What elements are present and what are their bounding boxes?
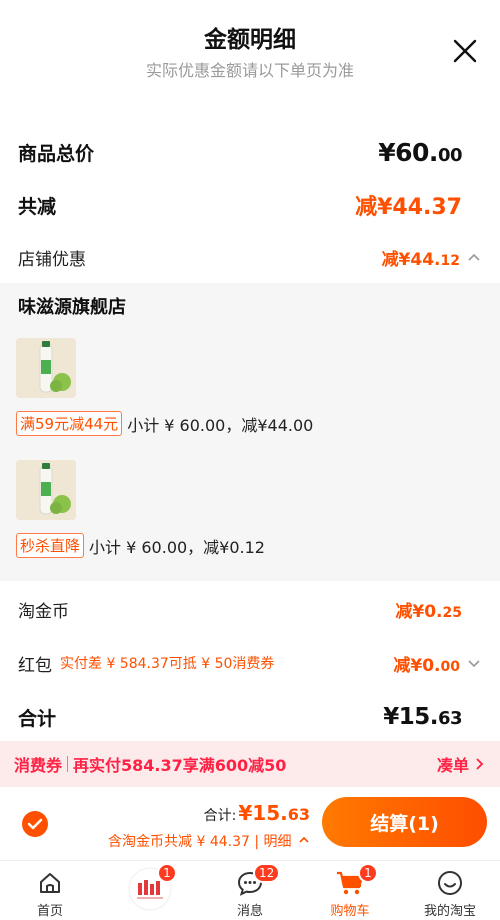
close-button[interactable] [450, 36, 480, 66]
product-image-icon [16, 338, 76, 398]
chevron-up-icon [468, 253, 480, 261]
notification-badge: 1 [157, 863, 177, 883]
goods-total-value: ¥60.00 [378, 137, 462, 167]
grand-total-row: 合计 ¥15.63 [18, 700, 463, 734]
tab-label: 我的淘宝 [423, 904, 476, 919]
store-name: 味滋源旗舰店 [18, 297, 126, 318]
product-image-icon [16, 460, 76, 520]
grand-total-value: ¥15.63 [383, 704, 462, 730]
tab-label: 消息 [236, 904, 263, 919]
tab-my-taobao[interactable]: 我的淘宝 [400, 861, 500, 920]
chevron-right-icon [476, 758, 484, 770]
total-reduce-row: 共减 减¥44.37 [18, 188, 462, 222]
discount-detail-text: 含淘金币共减 ¥ 44.37 | 明细 [108, 834, 292, 850]
coupon-text: 再实付584.37享满600减50 [73, 756, 287, 775]
checkmark-icon [27, 818, 43, 830]
sheet-title: 金额明细 [204, 27, 296, 53]
coins-row: 淘金币 减¥0.25 [18, 594, 462, 624]
tab-cart[interactable]: 购物车 1 [300, 861, 400, 920]
goods-total-label: 商品总价 [18, 142, 95, 165]
coupon-divider [67, 756, 69, 772]
store-discount-row[interactable]: 店铺优惠 减¥44.12 [18, 242, 482, 272]
coupon-bar[interactable]: 消费券 再实付584.37享满600减50 凑单 [0, 741, 500, 787]
chevron-down-icon [468, 660, 480, 668]
checkout-button[interactable]: 结算(1) [322, 797, 487, 847]
chevron-up-icon [299, 836, 309, 843]
tab-promo[interactable]: 1 [100, 861, 200, 920]
checkout-bar: 合计: ¥15.63 含淘金币共减 ¥ 44.37 | 明细 结算(1) [0, 787, 500, 860]
close-icon [453, 39, 477, 63]
promo-subtotal: 小计 ¥ 60.00，减¥0.12 [89, 537, 265, 557]
promo-subtotal: 小计 ¥ 60.00，减¥44.00 [127, 415, 314, 435]
tab-label: 首页 [36, 904, 63, 919]
grand-total-label: 合计 [18, 707, 57, 730]
select-all-checkbox[interactable] [22, 811, 48, 837]
product-thumbnail[interactable] [16, 338, 76, 398]
goods-total-row: 商品总价 ¥60.00 [18, 135, 463, 169]
tab-label: 购物车 [330, 904, 370, 919]
coins-label: 淘金币 [18, 601, 69, 622]
redpacket-note: 实付差 ¥ 584.37可抵 ¥ 50消费券 [60, 656, 275, 672]
coins-value: 减¥0.25 [395, 601, 462, 622]
redpacket-label: 红包 [18, 655, 52, 676]
store-discount-panel: 味滋源旗舰店 满59元减44元 小计 ¥ 60.00，减¥44.00 秒杀直降 … [0, 283, 500, 581]
bottom-tab-bar: 首页 1 消息 12 购物车 1 我的淘宝 [0, 860, 500, 920]
tab-messages[interactable]: 消息 12 [200, 861, 300, 920]
store-discount-value: 减¥44.12 [381, 249, 460, 270]
redpacket-value: 减¥0.00 [393, 655, 460, 676]
add-items-label: 凑单 [436, 756, 469, 775]
notification-badge: 1 [358, 863, 378, 883]
tab-home[interactable]: 首页 [0, 861, 100, 920]
promo-line: 秒杀直降 小计 ¥ 60.00，减¥0.12 [16, 533, 265, 558]
checkout-total: 合计: ¥15.63 [204, 801, 310, 825]
product-thumbnail[interactable] [16, 460, 76, 520]
notification-badge: 12 [253, 863, 281, 883]
sheet-subtitle: 实际优惠金额请以下单页为准 [145, 61, 354, 80]
sheet-header: 金额明细 实际优惠金额请以下单页为准 [0, 0, 500, 100]
promo-tag: 满59元减44元 [16, 411, 123, 436]
checkout-total-label: 合计: [203, 808, 237, 824]
coupon-tag: 消费券 [14, 756, 63, 775]
redpacket-row[interactable]: 红包 实付差 ¥ 584.37可抵 ¥ 50消费券 减¥0.00 [18, 648, 482, 678]
promo-line: 满59元减44元 小计 ¥ 60.00，减¥44.00 [16, 411, 313, 436]
store-discount-label: 店铺优惠 [18, 249, 86, 270]
add-items-link[interactable]: 凑单 [437, 752, 486, 776]
checkout-total-value: ¥15.63 [238, 801, 310, 825]
promo-tag: 秒杀直降 [16, 533, 85, 558]
total-reduce-value: 减¥44.37 [355, 195, 462, 220]
home-icon [40, 873, 60, 893]
profile-icon [438, 871, 462, 895]
total-reduce-label: 共减 [18, 195, 57, 218]
checkout-discount-detail[interactable]: 含淘金币共减 ¥ 44.37 | 明细 [108, 831, 310, 851]
